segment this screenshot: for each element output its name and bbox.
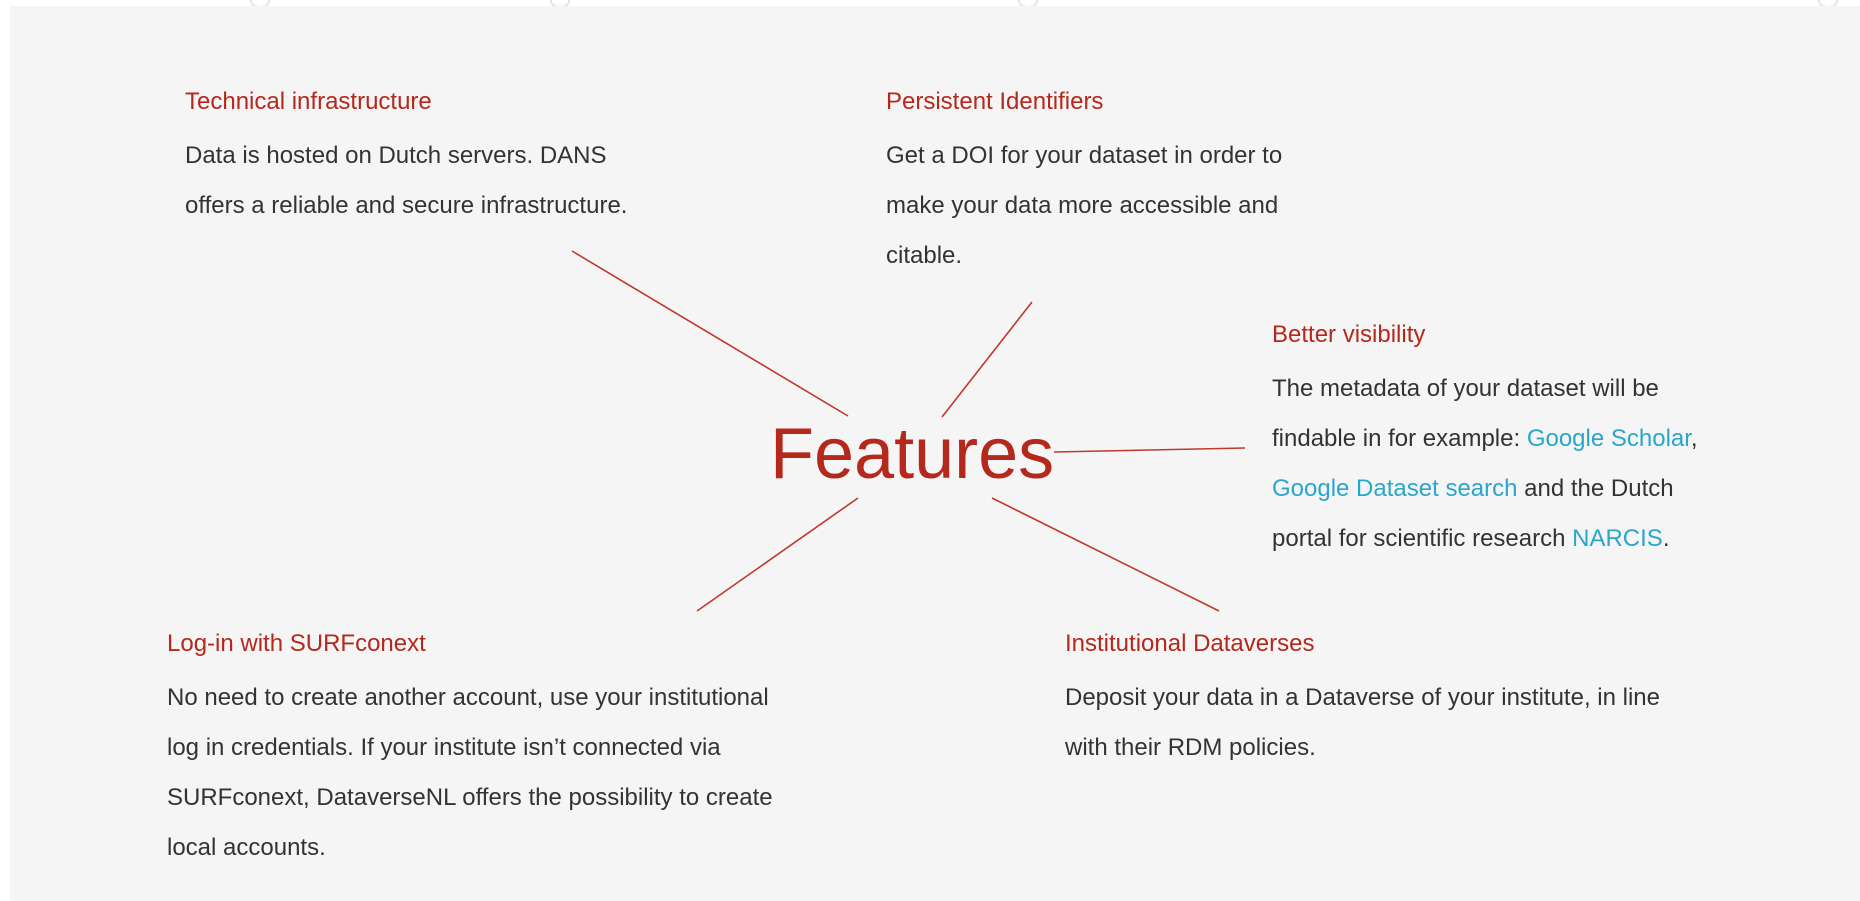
feature-title: Persistent Identifiers — [886, 88, 1104, 115]
feature-description: No need to create another account, use y… — [167, 684, 773, 861]
feature-title: Institutional Dataverses — [1065, 630, 1315, 657]
feature-better-visibility: Better visibility The metadata of your d… — [1272, 321, 1752, 564]
feature-title: Log-in with SURFconext — [167, 630, 426, 657]
feature-institutional-dataverses: Institutional Dataverses Deposit your da… — [1065, 630, 1745, 773]
google-scholar-link[interactable]: Google Scholar — [1527, 425, 1691, 452]
feature-description: Data is hosted on Dutch servers. DANS of… — [185, 142, 628, 219]
features-title: Features — [770, 414, 1055, 494]
feature-description: Get a DOI for your dataset in order to m… — [886, 142, 1283, 269]
feature-description: Deposit your data in a Dataverse of your… — [1065, 684, 1660, 761]
feature-description: The metadata of your dataset will be fin… — [1272, 375, 1698, 552]
feature-persistent-identifiers: Persistent Identifiers Get a DOI for you… — [886, 88, 1346, 281]
feature-title: Technical infrastructure — [185, 88, 432, 115]
narcis-link[interactable]: NARCIS — [1572, 525, 1663, 552]
feature-technical-infrastructure: Technical infrastructure Data is hosted … — [185, 88, 705, 231]
google-dataset-search-link[interactable]: Google Dataset search — [1272, 475, 1517, 502]
feature-title: Better visibility — [1272, 321, 1426, 348]
feature-login-surfconext: Log-in with SURFconext No need to create… — [167, 630, 847, 873]
